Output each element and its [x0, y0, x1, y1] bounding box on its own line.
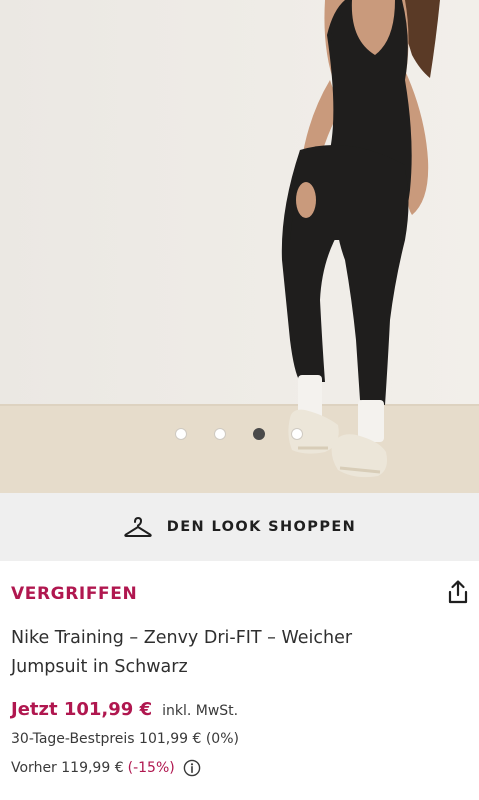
shop-the-look-button[interactable]: DEN LOOK SHOPPEN — [0, 493, 479, 561]
share-icon[interactable] — [446, 579, 470, 605]
discount-badge: (-15%) — [127, 760, 175, 776]
price-row: Jetzt 101,99 € inkl. MwSt. — [11, 699, 238, 720]
hanger-icon — [124, 517, 152, 537]
previous-price-row: Vorher 119,99 € (-15%) — [11, 759, 201, 777]
shop-the-look-label: DEN LOOK SHOPPEN — [166, 519, 357, 535]
product-title: Nike Training – Zenvy Dri-FIT – Weicher … — [11, 624, 411, 682]
gallery-pagination — [0, 428, 479, 444]
gallery-dot[interactable] — [291, 428, 303, 440]
tax-note: inkl. MwSt. — [162, 703, 239, 719]
lowest-price-30-days: 30-Tage-Bestpreis 101,99 € (0%) — [11, 731, 239, 747]
product-image-gallery[interactable] — [0, 0, 479, 493]
product-title-line: Nike Training – Zenvy Dri-FIT – Weicher — [11, 628, 353, 648]
gallery-dot-active[interactable] — [253, 428, 265, 440]
stock-status: VERGRIFFEN — [11, 584, 138, 604]
gallery-dot[interactable] — [175, 428, 187, 440]
current-price: Jetzt 101,99 € — [11, 699, 153, 720]
gallery-dot[interactable] — [214, 428, 226, 440]
previous-price: Vorher 119,99 € — [11, 760, 124, 776]
product-title-line: Jumpsuit in Schwarz — [11, 657, 188, 677]
product-image — [0, 0, 479, 493]
info-icon[interactable] — [183, 759, 201, 777]
